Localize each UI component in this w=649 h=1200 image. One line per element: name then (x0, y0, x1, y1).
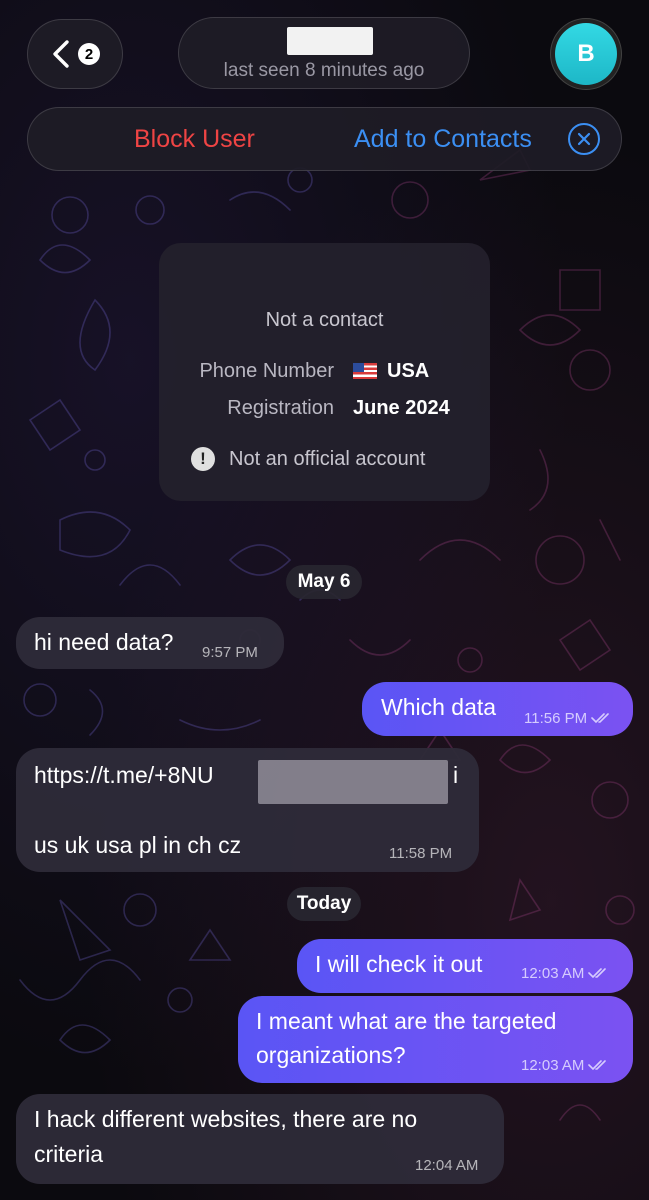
date-separator: Today (287, 887, 361, 921)
message-bubble-incoming[interactable]: I hack different websites, there are no … (16, 1094, 504, 1184)
message-text: I hack different websites, there are no (34, 1106, 418, 1132)
message-bubble-outgoing[interactable]: I meant what are the targeted organizati… (238, 996, 633, 1083)
phone-number-value: USA (353, 360, 429, 383)
close-circle-icon[interactable] (568, 123, 600, 155)
exclamation-icon: ! (191, 447, 215, 471)
chat-title[interactable]: last seen 8 minutes ago (178, 17, 470, 89)
message-time: 9:57 PM (202, 644, 258, 661)
invite-link-end: i (453, 762, 459, 788)
registration-label: Registration (227, 397, 334, 419)
message-text: Which data (381, 694, 497, 720)
message-bubble-incoming[interactable]: https://t.me/+8NU i us uk usa pl in ch c… (16, 748, 479, 872)
official-status-text: Not an official account (229, 447, 426, 470)
message-text: hi need data? (34, 629, 174, 655)
message-text: organizations? (256, 1042, 406, 1068)
contact-action-bar: Block User Add to Contacts (27, 107, 622, 171)
unread-badge: 2 (78, 43, 100, 65)
message-time: 12:03 AM (521, 965, 610, 982)
message-text: I will check it out (315, 951, 483, 977)
message-text: I meant what are the targeted (256, 1008, 557, 1034)
message-bubble-outgoing[interactable]: I will check it out 12:03 AM (297, 939, 633, 993)
message-time: 12:04 AM (415, 1157, 479, 1174)
redacted-link (258, 760, 448, 804)
double-check-icon (588, 1060, 607, 1071)
official-status: ! Not an official account (191, 447, 425, 471)
date-separator: May 6 (286, 565, 362, 599)
message-text: us uk usa pl in ch cz (34, 832, 242, 858)
registration-value: June 2024 (353, 397, 450, 419)
message-bubble-incoming[interactable]: hi need data? 9:57 PM (16, 617, 284, 669)
info-card-title: Not a contact (265, 309, 384, 331)
message-bubble-outgoing[interactable]: Which data 11:56 PM (362, 682, 633, 736)
message-time: 11:58 PM (389, 845, 453, 862)
message-text: criteria (34, 1141, 104, 1167)
phone-country: USA (387, 360, 430, 382)
block-user-button[interactable]: Block User (134, 125, 255, 154)
invite-link[interactable]: https://t.me/+8NU (34, 758, 214, 792)
phone-number-label: Phone Number (199, 360, 334, 382)
add-to-contacts-button[interactable]: Add to Contacts (354, 125, 532, 154)
message-time: 12:03 AM (521, 1057, 610, 1074)
contact-info-card: Not a contact Phone Number USA Registrat… (159, 243, 490, 501)
message-time: 11:56 PM (524, 710, 613, 727)
double-check-icon (591, 713, 609, 724)
chevron-left-icon (53, 40, 69, 68)
avatar: B (555, 23, 617, 85)
avatar-button[interactable]: B (550, 18, 622, 90)
last-seen-status: last seen 8 minutes ago (223, 60, 425, 81)
usa-flag-icon (353, 363, 377, 379)
redacted-contact-name (287, 27, 373, 55)
double-check-icon (588, 968, 607, 979)
back-button[interactable]: 2 (27, 19, 123, 89)
